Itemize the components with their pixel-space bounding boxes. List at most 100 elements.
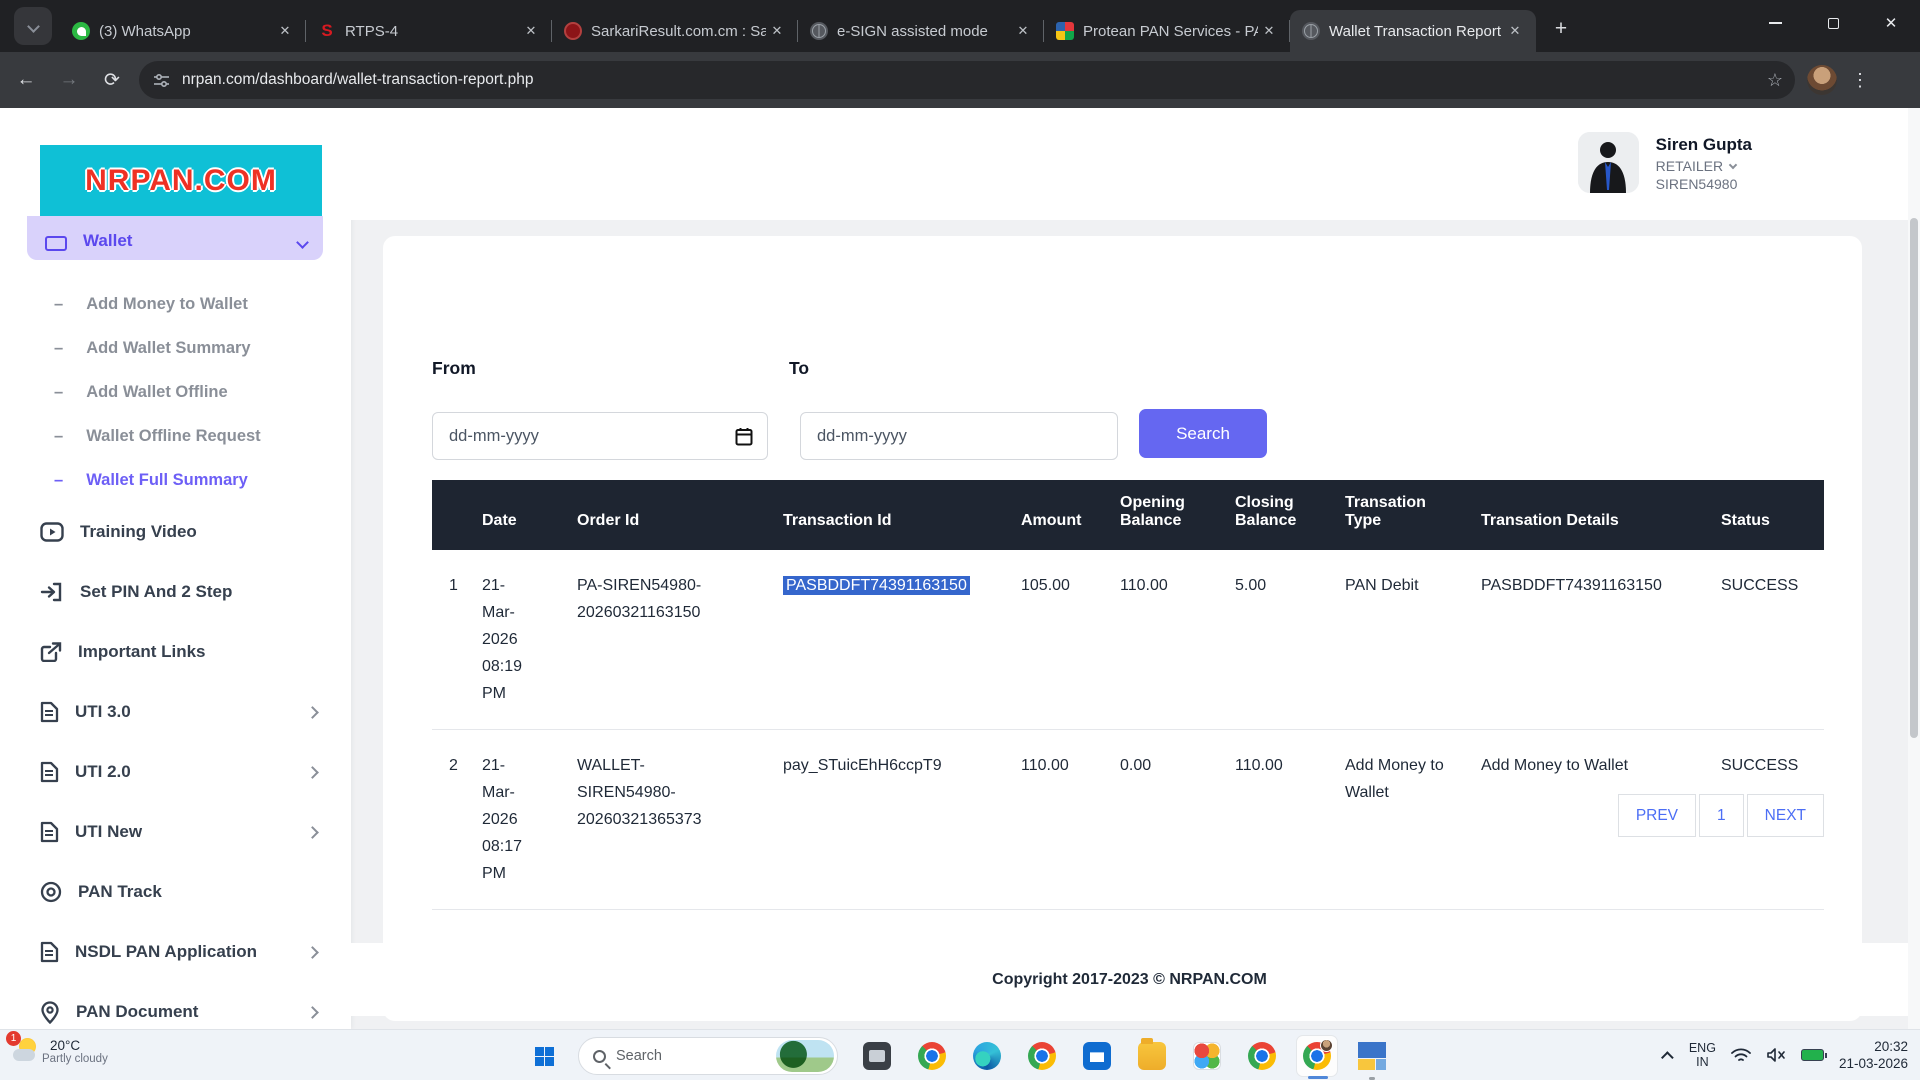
tab-search-button[interactable] [14,7,52,45]
weather-widget[interactable]: 1 20°C Partly cloudy [10,1035,108,1067]
cell-amount: 105.00 [1021,550,1120,730]
sidebar-item-uti-3-0[interactable]: UTI 3.0 [0,682,351,742]
sidebar-item-add-wallet-offline[interactable]: – Add Wallet Offline [0,370,351,414]
play-video-icon [40,522,64,542]
battery-charging-icon[interactable] [1801,1049,1824,1061]
back-button[interactable]: ← [9,63,43,97]
sidebar-menu: Training Video Set PIN And 2 Step [0,502,351,1029]
logo-text: NRPAN.COM [85,164,277,198]
browser-profile-avatar[interactable] [1807,65,1837,95]
bookmark-star-icon[interactable]: ☆ [1767,70,1783,91]
language-indicator[interactable]: ENGIN [1689,1041,1716,1069]
taskbar-app-chrome-active[interactable] [1296,1035,1338,1077]
chevron-down-icon [296,236,309,249]
user-role: RETAILER [1656,158,1723,174]
new-tab-button[interactable]: + [1546,14,1576,44]
tab-protean[interactable]: Protean PAN Services - PA ✕ [1044,10,1290,52]
tab-close-icon[interactable]: ✕ [1258,20,1280,42]
taskbar-app-edge[interactable] [966,1035,1008,1077]
tab-sarkariresult[interactable]: SarkariResult.com.cm : Sark ✕ [552,10,798,52]
col-transaction-id: Transaction Id [783,480,1021,550]
wifi-icon[interactable] [1731,1047,1751,1063]
taskbar-app-explorer[interactable] [1131,1035,1173,1077]
tab-close-icon[interactable]: ✕ [520,20,542,42]
page-viewport: NRPAN.COM Wallet – Add Money to Wallet –… [0,108,1920,1029]
reload-button[interactable]: ⟳ [95,63,129,97]
taskbar-app-store[interactable] [1076,1035,1118,1077]
col-date: Date [482,480,577,550]
to-date-input[interactable]: dd-mm-yyyy [800,412,1118,460]
tab-wallet-transaction-report[interactable]: Wallet Transaction Report ✕ [1290,10,1536,52]
taskbar-app-photos[interactable] [1186,1035,1228,1077]
taskbar-search[interactable]: Search [578,1037,838,1075]
close-button[interactable]: ✕ [1862,0,1920,46]
chevron-right-icon [306,826,319,839]
tab-esign[interactable]: e-SIGN assisted mode ✕ [798,10,1044,52]
taskbar-app-browser-1[interactable] [911,1035,953,1077]
cell-date: 21-Mar-2026 08:19 PM [482,550,577,730]
page-scrollbar[interactable] [1908,108,1920,1029]
sidebar-item-pan-track[interactable]: PAN Track [0,862,351,922]
page-number-button[interactable]: 1 [1699,794,1744,837]
sidebar-item-nsdl-pan-application[interactable]: NSDL PAN Application [0,922,351,982]
sarkariresult-favicon [564,22,582,40]
minimize-button[interactable] [1746,0,1804,46]
tray-expand-icon[interactable] [1661,1051,1674,1064]
site-settings-icon[interactable] [153,72,170,89]
sidebar-item-set-pin-and-2-step[interactable]: Set PIN And 2 Step [0,562,351,622]
sidebar-item-wallet-offline-request[interactable]: – Wallet Offline Request [0,414,351,458]
microsoft-store-icon [1083,1042,1111,1070]
partly-cloudy-icon: 1 [10,1035,42,1067]
tab-label: SarkariResult.com.cm : Sark [591,23,766,40]
table-header-row: Date Order Id Transaction Id Amount Open… [432,480,1824,550]
sidebar-item-add-wallet-summary[interactable]: – Add Wallet Summary [0,326,351,370]
cell-transation-details: PASBDDFT74391163150 [1481,550,1721,730]
from-date-input[interactable]: dd-mm-yyyy [432,412,768,460]
search-highlight-image[interactable] [776,1040,834,1072]
taskbar-app-browser-2[interactable] [1021,1035,1063,1077]
sidebar-item-pan-document[interactable]: PAN Document [0,982,351,1029]
scrollbar-thumb[interactable] [1910,218,1918,738]
windows-logo-icon [535,1047,554,1066]
taskbar-app-tiles[interactable] [1351,1035,1393,1077]
pagination: PREV 1 NEXT [1618,794,1824,837]
volume-muted-icon[interactable] [1766,1047,1786,1063]
next-page-button[interactable]: NEXT [1747,794,1824,837]
sidebar-item-important-links[interactable]: Important Links [0,622,351,682]
address-bar[interactable]: nrpan.com/dashboard/wallet-transaction-r… [139,61,1795,99]
file-explorer-icon [1138,1042,1166,1070]
sidebar-item-training-video[interactable]: Training Video [0,502,351,562]
sidebar-item-uti-new[interactable]: UTI New [0,802,351,862]
tab-close-icon[interactable]: ✕ [1504,20,1526,42]
browser-menu-icon[interactable]: ⋮ [1851,70,1869,91]
maximize-button[interactable] [1804,0,1862,46]
calendar-icon[interactable] [735,427,753,446]
user-profile[interactable]: Siren Gupta RETAILER SIREN54980 [1578,132,1752,193]
sidebar-item-wallet-full-summary[interactable]: – Wallet Full Summary [0,458,351,502]
forward-button[interactable]: → [52,63,86,97]
sidebar-item-uti-2-0[interactable]: UTI 2.0 [0,742,351,802]
start-button[interactable] [522,1037,566,1075]
tab-whatsapp[interactable]: (3) WhatsApp ✕ [60,10,306,52]
weather-condition: Partly cloudy [42,1053,108,1065]
col-amount: Amount [1021,480,1120,550]
tab-close-icon[interactable]: ✕ [766,20,788,42]
tab-rtps[interactable]: S RTPS-4 ✕ [306,10,552,52]
col-opening-balance: Opening Balance [1120,480,1235,550]
clock[interactable]: 20:32 21-03-2026 [1839,1038,1908,1072]
search-button[interactable]: Search [1139,409,1267,458]
taskbar-app-capture[interactable] [856,1035,898,1077]
tab-close-icon[interactable]: ✕ [1012,20,1034,42]
chevron-right-icon [306,1006,319,1019]
tab-label: Protean PAN Services - PA [1083,23,1258,40]
sidebar-item-add-money-to-wallet[interactable]: – Add Money to Wallet [0,282,351,326]
from-label: From [432,358,476,379]
site-logo[interactable]: NRPAN.COM [40,145,322,216]
search-icon [593,1050,606,1063]
tab-close-icon[interactable]: ✕ [274,20,296,42]
taskbar-app-browser-3[interactable] [1241,1035,1283,1077]
globe-favicon [1302,22,1320,40]
col-order-id: Order Id [577,480,783,550]
prev-page-button[interactable]: PREV [1618,794,1696,837]
cell-date: 21-Mar-2026 08:17 PM [482,730,577,910]
